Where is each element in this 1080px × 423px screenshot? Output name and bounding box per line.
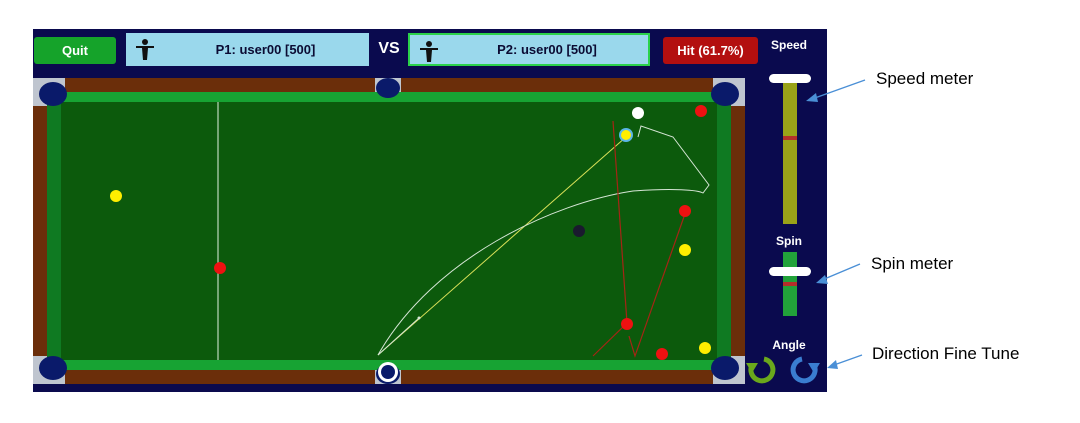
speed-callout-line [811, 79, 866, 100]
spin-callout-line [821, 263, 861, 281]
direction-fine-tune-annotation: Direction Fine Tune [872, 344, 1020, 363]
spin-meter-annotation: Spin meter [871, 254, 954, 273]
speed-meter-annotation: Speed meter [876, 69, 974, 88]
angle-callout-line [833, 354, 863, 366]
